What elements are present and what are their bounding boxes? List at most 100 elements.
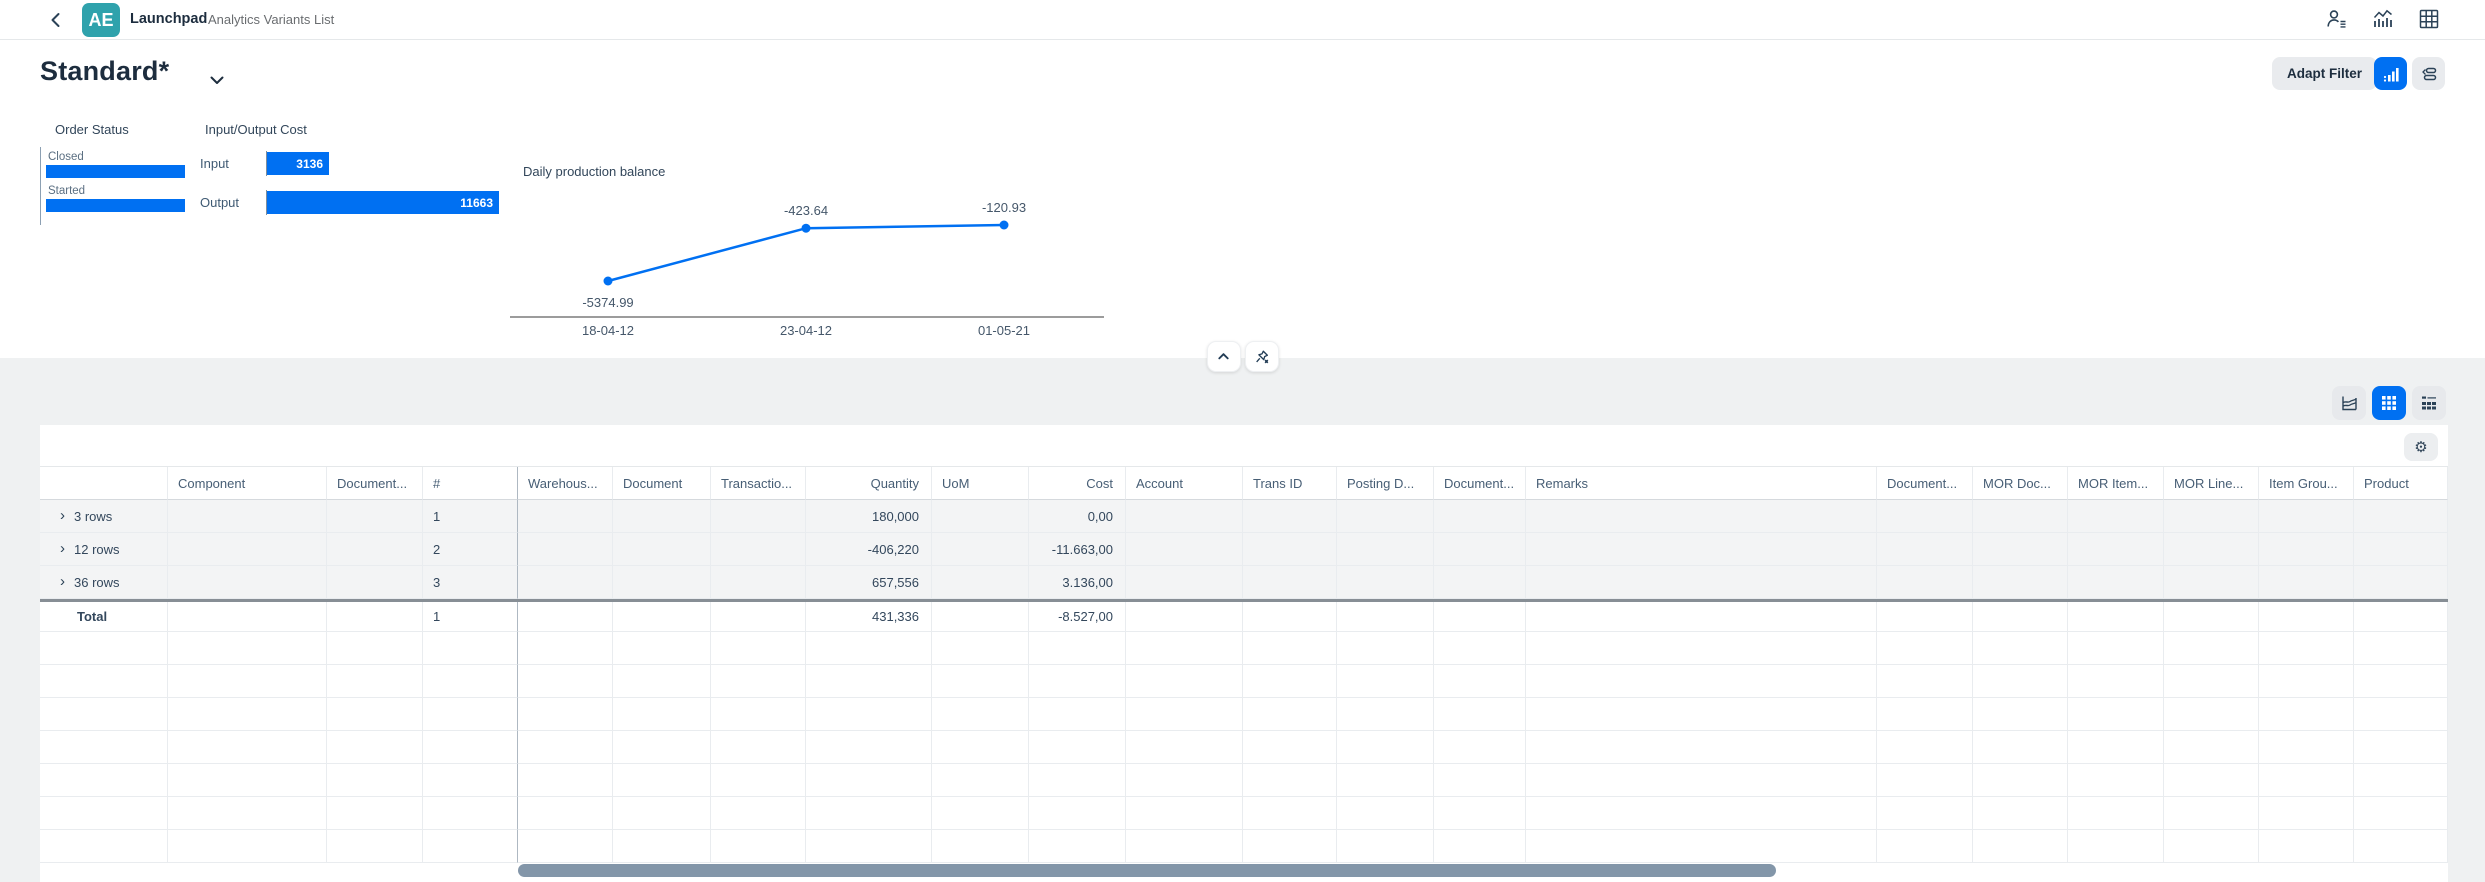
column-header[interactable]: Item Grou... bbox=[2259, 467, 2354, 500]
chart-table-view-button[interactable] bbox=[2412, 386, 2446, 420]
table-cell bbox=[1126, 665, 1243, 698]
total-row-label: Total bbox=[60, 609, 107, 624]
expand-chevron-icon[interactable]: › bbox=[60, 541, 65, 556]
filter-bar-toggle-button[interactable] bbox=[2412, 57, 2445, 90]
table-cell bbox=[327, 797, 423, 830]
table-cell bbox=[1337, 764, 1434, 797]
table-cell bbox=[2354, 764, 2448, 797]
table-cell: 3 bbox=[423, 566, 518, 599]
column-header[interactable]: Posting D... bbox=[1337, 467, 1434, 500]
table-cell bbox=[1243, 665, 1337, 698]
column-header[interactable]: Trans ID bbox=[1243, 467, 1337, 500]
table-cell bbox=[806, 632, 932, 665]
table-cell bbox=[2259, 665, 2354, 698]
column-header[interactable]: Document bbox=[613, 467, 711, 500]
variant-title[interactable]: Standard* bbox=[40, 56, 169, 87]
table-row[interactable]: ›12 rows2-406,220-11.663,00 bbox=[40, 533, 2448, 566]
table-cell bbox=[1526, 764, 1877, 797]
analytics-icon[interactable] bbox=[2372, 8, 2394, 30]
table-cell: 0,00 bbox=[1029, 500, 1126, 533]
data-point[interactable] bbox=[1000, 221, 1009, 230]
column-header[interactable]: MOR Item... bbox=[2068, 467, 2164, 500]
view-switcher bbox=[2332, 386, 2446, 420]
user-settings-icon[interactable] bbox=[2326, 8, 2348, 30]
table-settings-gear-icon[interactable]: ⚙ bbox=[2404, 433, 2438, 461]
column-header[interactable]: MOR Line... bbox=[2164, 467, 2259, 500]
column-header[interactable]: Document... bbox=[1877, 467, 1973, 500]
table-cell bbox=[1029, 632, 1126, 665]
collapse-header-button[interactable] bbox=[1207, 341, 1241, 372]
column-header[interactable]: Component bbox=[168, 467, 327, 500]
table-cell bbox=[711, 830, 806, 863]
column-header[interactable]: Cost bbox=[1029, 467, 1126, 500]
table-cell bbox=[2259, 500, 2354, 533]
table-cell bbox=[2068, 500, 2164, 533]
expand-chevron-icon[interactable]: › bbox=[60, 508, 65, 523]
table-cell bbox=[613, 533, 711, 566]
table-cell bbox=[40, 731, 168, 764]
table-cell bbox=[40, 698, 168, 731]
column-header[interactable]: Account bbox=[1126, 467, 1243, 500]
variant-chevron-down-icon[interactable] bbox=[210, 72, 224, 90]
table-cell bbox=[40, 632, 168, 665]
table-row[interactable]: ›36 rows3657,5563.136,00 bbox=[40, 566, 2448, 599]
table-cell bbox=[1973, 632, 2068, 665]
column-header[interactable]: Document... bbox=[327, 467, 423, 500]
grid-icon[interactable] bbox=[2418, 8, 2440, 30]
table-cell bbox=[1877, 764, 1973, 797]
chart-view-button[interactable] bbox=[2332, 386, 2366, 420]
table-view-button[interactable] bbox=[2372, 386, 2406, 420]
table-empty-row bbox=[40, 797, 2448, 830]
column-header[interactable]: Warehous... bbox=[518, 467, 613, 500]
data-point-label: -120.93 bbox=[982, 200, 1026, 215]
column-header[interactable]: MOR Doc... bbox=[1973, 467, 2068, 500]
table-cell bbox=[1126, 830, 1243, 863]
table-cell bbox=[518, 602, 613, 632]
order-status-bar[interactable] bbox=[46, 199, 185, 212]
table-cell bbox=[1126, 731, 1243, 764]
order-status-bar[interactable] bbox=[46, 165, 185, 178]
column-header[interactable]: Product bbox=[2354, 467, 2448, 500]
table-cell bbox=[1243, 764, 1337, 797]
table-row[interactable]: ›3 rows1180,0000,00 bbox=[40, 500, 2448, 533]
chart-filter-button[interactable] bbox=[2374, 57, 2407, 90]
table-cell bbox=[613, 797, 711, 830]
table-cell: -8.527,00 bbox=[1029, 602, 1126, 632]
table-cell bbox=[1973, 500, 2068, 533]
column-header[interactable]: Remarks bbox=[1526, 467, 1877, 500]
table-cell bbox=[423, 731, 518, 764]
table-cell bbox=[2164, 533, 2259, 566]
column-header[interactable]: # bbox=[423, 467, 518, 500]
column-header[interactable]: Quantity bbox=[806, 467, 932, 500]
column-header[interactable] bbox=[40, 467, 168, 500]
column-header[interactable]: Document... bbox=[1434, 467, 1526, 500]
table-cell bbox=[168, 500, 327, 533]
table-cell bbox=[1243, 533, 1337, 566]
pin-x-icon bbox=[1254, 349, 1270, 365]
table-cell bbox=[2068, 698, 2164, 731]
table-empty-row bbox=[40, 731, 2448, 764]
horizontal-scrollbar[interactable] bbox=[518, 864, 1776, 877]
adapt-filter-button[interactable]: Adapt Filter bbox=[2272, 57, 2377, 90]
data-point[interactable] bbox=[604, 277, 613, 286]
io-cost-bar[interactable]: 3136 bbox=[267, 152, 329, 175]
table-cell bbox=[711, 533, 806, 566]
column-header[interactable]: Transactio... bbox=[711, 467, 806, 500]
table-cell bbox=[1029, 731, 1126, 764]
table-cell bbox=[518, 698, 613, 731]
io-cost-bar[interactable]: 11663 bbox=[267, 191, 499, 214]
data-point[interactable] bbox=[802, 224, 811, 233]
table-cell bbox=[327, 632, 423, 665]
expand-chevron-icon[interactable]: › bbox=[60, 574, 65, 589]
table-cell: ›12 rows bbox=[40, 533, 168, 566]
table-cell bbox=[1526, 698, 1877, 731]
table-cell bbox=[2354, 500, 2448, 533]
table-cell bbox=[2354, 731, 2448, 764]
back-icon[interactable] bbox=[46, 10, 66, 30]
unpin-header-button[interactable] bbox=[1245, 341, 1279, 372]
column-header[interactable]: UoM bbox=[932, 467, 1029, 500]
table-cell bbox=[1973, 566, 2068, 599]
chart-view-icon bbox=[2340, 394, 2358, 412]
order-status-category-label: Started bbox=[48, 185, 200, 197]
table-cell bbox=[2259, 632, 2354, 665]
